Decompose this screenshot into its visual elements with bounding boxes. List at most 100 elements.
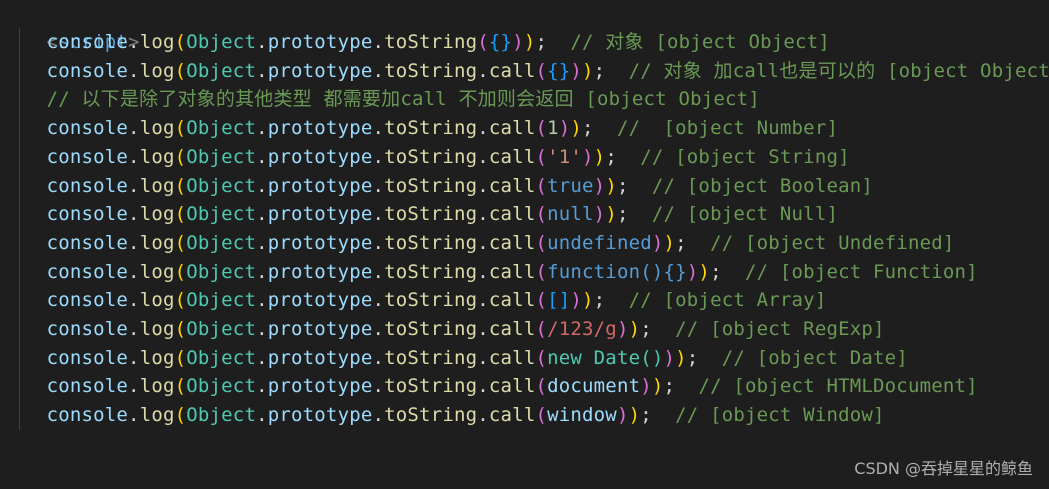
paren: ( [535,117,548,140]
code-line[interactable]: console.log(Object.prototype.toString.ca… [0,229,955,257]
code-line[interactable]: console.log(Object.prototype.toString.ca… [0,344,908,372]
code-comment: // [object Null] [651,203,839,226]
code-comment: // [object Function] [744,260,978,283]
dot: . [372,289,385,312]
call-method: call [488,59,536,82]
object-class: Object [186,289,257,312]
dot: . [372,404,385,427]
object-class: Object [186,260,257,283]
paren: ) [628,318,641,340]
dot: . [256,59,268,82]
paren: ) [570,59,583,82]
object-class: Object [186,117,257,140]
code-line[interactable]: // 以下是除了对象的其他类型 都需要加call 不加则会返回 [object … [0,85,760,113]
object-class: Object [186,231,257,254]
call-method: call [488,318,536,340]
paren: ) [640,375,652,398]
dot: . [128,289,140,312]
paren: ( [477,31,489,53]
paren: ( [174,145,187,168]
code-line[interactable]: console.log(Object.prototype.toString.ca… [0,200,838,228]
paren: ) [558,117,571,140]
paren: ( [535,375,548,398]
log-method: log [139,289,175,312]
code-line[interactable]: console.log(Object.prototype.toString.ca… [0,114,838,142]
object-class: Object [186,174,257,197]
tostring-method: toString [384,289,478,312]
object-class: Object [186,59,257,82]
code-comment: // [object Array] [628,289,827,312]
call-method: call [488,145,536,168]
dot: . [477,404,489,427]
dot: . [256,145,268,168]
paren: ( [535,404,548,427]
dot: . [128,203,140,226]
paren: ( [174,346,187,369]
code-line[interactable]: console.log(Object.prototype.toString.ca… [0,315,885,343]
paren: ( [535,318,548,340]
dot: . [128,145,140,168]
log-method: log [139,318,175,340]
dot: . [477,231,489,254]
tostring-method: toString [384,59,478,82]
dot: . [256,318,268,340]
dot: . [128,375,140,398]
code-line[interactable]: console.log(Object.prototype.toString.ca… [0,372,978,400]
paren: ) [570,117,583,140]
code-line[interactable]: console.log(Object.prototype.toString.ca… [0,286,827,314]
paren: ( [174,117,187,140]
paren: ) [570,289,583,312]
tostring-method: toString [384,375,478,398]
prototype-property: prototype [267,375,373,398]
code-line-script-tag[interactable]: <script> [0,0,140,53]
tostring-method: toString [384,318,478,340]
prototype-property: prototype [267,346,373,369]
dot: . [256,203,268,226]
code-line[interactable]: console.log(Object.prototype.toString.ca… [0,172,873,200]
semicolon: ; [640,318,652,340]
call-argument: /123/g [547,318,617,340]
log-method: log [139,31,175,53]
brace: { [488,31,501,53]
code-comment: // [object HTMLDocument] [698,375,978,398]
prototype-property: prototype [267,145,373,168]
dot: . [256,404,268,427]
code-line[interactable]: console.log(Object.prototype.toString.ca… [0,258,978,286]
paren: ( [174,59,187,82]
tostring-method: toString [384,260,478,283]
paren: ( [174,260,187,283]
code-editor[interactable]: <script> console.log(Object.prototype.to… [0,0,1049,489]
code-comment: // [object Undefined] [710,231,955,254]
code-line[interactable]: console.log(Object.prototype.toString.ca… [0,401,885,429]
dot: . [477,260,489,283]
code-line[interactable]: console.log(Object.prototype.toString({}… [0,28,830,56]
tostring-method: toString [384,174,478,197]
call-method: call [488,346,536,369]
dot: . [128,231,140,254]
call-method: call [488,289,536,312]
paren: ) [512,31,524,53]
log-method: log [139,404,175,427]
console-identifier: console [46,260,129,283]
paren: ) [651,231,664,254]
paren: ) [663,231,676,254]
paren: ) [523,31,536,53]
code-line[interactable]: console.log(Object.prototype.toString.ca… [0,143,850,171]
dot: . [372,117,385,140]
tostring-method: toString [384,346,478,369]
call-argument: undefined [547,231,652,254]
semicolon: ; [663,375,676,398]
console-identifier: console [46,117,129,140]
paren: ) [605,203,617,226]
code-line[interactable]: console.log(Object.prototype.toString.ca… [0,57,1049,85]
semicolon: ; [605,145,617,168]
